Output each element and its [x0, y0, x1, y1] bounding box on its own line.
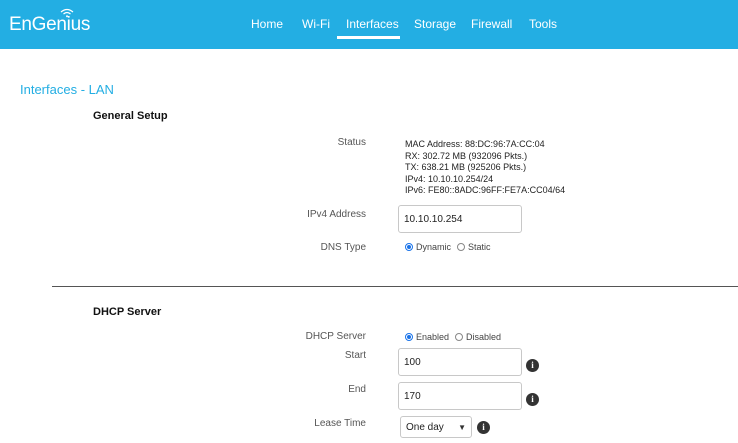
status-label: Status [337, 137, 366, 148]
ipv4-value: 10.10.10.254/24 [428, 173, 494, 184]
lease-time-info-icon[interactable]: i [477, 421, 490, 434]
ipv4-key: IPv4: [405, 173, 426, 184]
dhcp-disabled-label[interactable]: Disabled [466, 332, 501, 342]
rx-line: RX: 302.72 MB (932096 Pkts.) [405, 151, 565, 163]
ipv4-line: IPv4: 10.10.10.254/24 [405, 174, 565, 186]
ipv4-address-input[interactable] [398, 205, 522, 233]
ipv4-address-label: IPv4 Address [307, 209, 366, 220]
mac-address-value: 88:DC:96:7A:CC:04 [465, 139, 545, 149]
dhcp-end-info-icon[interactable]: i [526, 393, 539, 406]
top-bar: EnGenius Home Wi-Fi Interfaces Storage F… [0, 0, 738, 49]
page-title: Interfaces - LAN [20, 82, 114, 97]
dhcp-enabled-radio[interactable] [405, 333, 413, 341]
dhcp-disabled-radio[interactable] [455, 333, 464, 341]
dns-type-label: DNS Type [320, 242, 366, 253]
lease-time-value: One day [406, 421, 444, 433]
ipv6-key: IPv6: [405, 185, 426, 195]
nav-interfaces[interactable]: Interfaces [346, 17, 399, 31]
dhcp-start-input[interactable] [398, 348, 522, 376]
mac-address-line: MAC Address: 88:DC:96:7A:CC:04 [405, 139, 565, 151]
lease-time-select[interactable]: One day ▼ [400, 416, 472, 438]
tx-line: TX: 638.21 MB (925206 Pkts.) [405, 162, 565, 174]
dns-static-label[interactable]: Static [468, 242, 491, 252]
nav-firewall[interactable]: Firewall [471, 17, 512, 31]
general-setup-heading: General Setup [93, 110, 168, 122]
dhcp-start-info-icon[interactable]: i [526, 359, 539, 372]
dns-dynamic-label[interactable]: Dynamic [416, 242, 451, 252]
nav-storage[interactable]: Storage [414, 17, 456, 31]
nav-home[interactable]: Home [251, 17, 283, 31]
dhcp-server-heading: DHCP Server [93, 306, 162, 318]
dns-dynamic-radio[interactable] [405, 243, 413, 251]
dns-static-radio[interactable] [457, 243, 466, 251]
tx-value: 638.21 MB (925206 Pkts.) [421, 162, 527, 172]
dhcp-end-label: End [348, 384, 366, 395]
rx-key: RX: [405, 150, 421, 161]
section-divider [52, 286, 738, 287]
nav-wifi[interactable]: Wi-Fi [302, 17, 330, 31]
dhcp-server-radio-group: Enabled Disabled [405, 332, 507, 342]
lease-time-label: Lease Time [314, 418, 366, 429]
rx-value: 302.72 MB (932096 Pkts.) [422, 150, 528, 161]
nav-tools[interactable]: Tools [529, 17, 557, 31]
wifi-logo-icon [60, 8, 74, 18]
status-info: MAC Address: 88:DC:96:7A:CC:04 RX: 302.7… [405, 139, 565, 197]
tx-key: TX: [405, 162, 420, 172]
dhcp-server-label: DHCP Server [305, 331, 366, 342]
mac-address-key: MAC Address: [405, 139, 463, 149]
chevron-down-icon: ▼ [458, 422, 466, 432]
dhcp-enabled-label[interactable]: Enabled [416, 332, 449, 342]
dhcp-start-label: Start [344, 350, 366, 361]
dns-type-radio-group: Dynamic Static [405, 242, 497, 252]
ipv6-value: FE80::8ADC:96FF:FE7A:CC04/64 [428, 185, 566, 195]
active-tab-indicator [337, 36, 400, 39]
ipv6-line: IPv6: FE80::8ADC:96FF:FE7A:CC04/64 [405, 185, 565, 197]
dhcp-end-input[interactable] [398, 382, 522, 410]
engenius-logo[interactable]: EnGenius [9, 14, 90, 36]
